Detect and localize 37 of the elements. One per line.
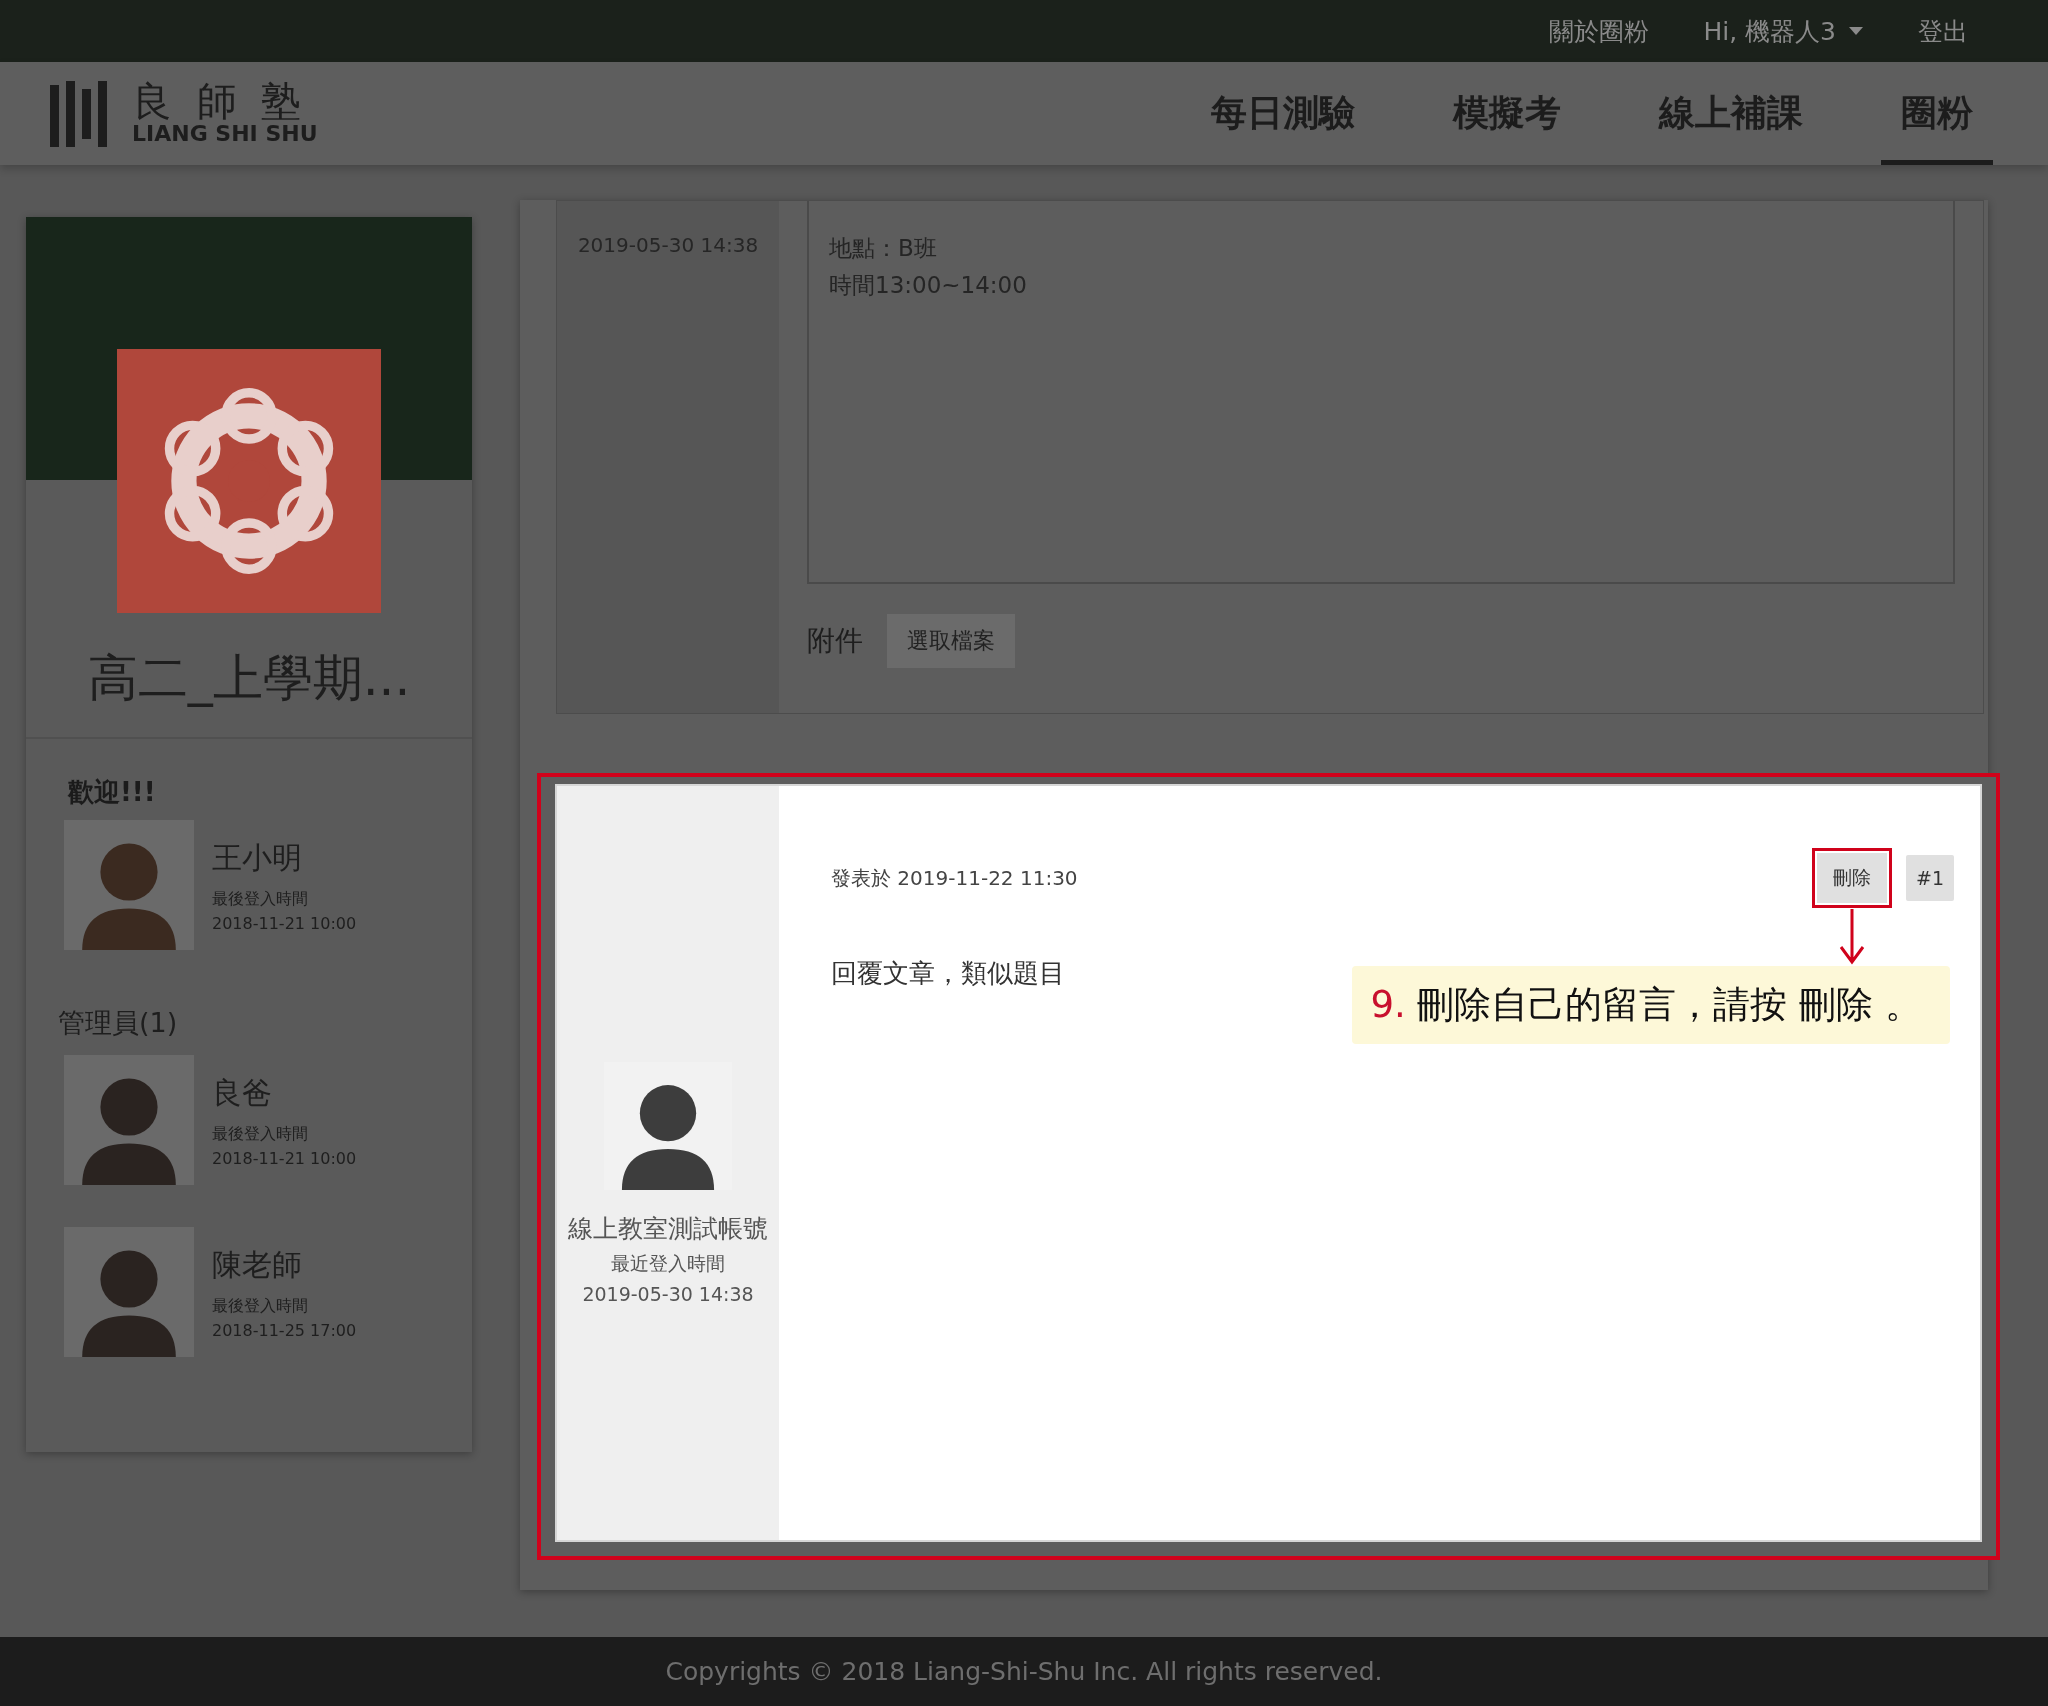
last-login-time: 2019-05-30 14:38 — [582, 1282, 754, 1305]
choose-file-button[interactable]: 選取檔案 — [887, 614, 1015, 668]
logo-subtitle: LIANG SHI SHU — [132, 122, 318, 147]
logo-title: 良 師 塾 — [132, 80, 309, 123]
attachment-label: 附件 — [807, 623, 863, 659]
last-login-label: 最近登入時間 — [611, 1250, 725, 1276]
top-link[interactable]: 登出 — [1918, 14, 1968, 48]
last-login-time: 2018-11-21 10:00 — [212, 913, 357, 933]
copyright-text: Copyrights © 2018 Liang-Shi-Shu Inc. All rights reserved. — [665, 1657, 1383, 1686]
last-login-label: 最後登入時間 — [212, 1123, 309, 1145]
user-menu[interactable]: Hi, 機器人3 — [1703, 14, 1864, 48]
nav-tab[interactable]: 每日測驗 — [1191, 62, 1375, 165]
last-login-label: 最後登入時間 — [212, 1295, 309, 1317]
post-number: #1 — [1906, 855, 1954, 901]
member-name: 陳老師 — [212, 1245, 303, 1284]
nav-tab[interactable]: 圈粉 — [1881, 62, 1993, 165]
top-link[interactable]: 關於圈粉 — [1549, 14, 1650, 48]
last-login-time: 2018-11-25 17:00 — [212, 1320, 357, 1340]
delete-button[interactable]: 刪除 — [1817, 853, 1887, 903]
admins-heading: 管理員(1) — [58, 1006, 179, 1040]
post-text-line: 時間13:00~14:00 — [829, 271, 1028, 300]
reply-text: 回覆文章，類似題目 — [831, 957, 1066, 990]
caret-icon — [1848, 26, 1864, 36]
nav-tab[interactable]: 線上補課 — [1639, 62, 1823, 165]
posted-time: 發表於 2019-11-22 11:30 — [831, 864, 1078, 892]
logo-bars-icon — [50, 80, 110, 147]
last-login-label: 最後登入時間 — [212, 888, 309, 910]
last-login-time: 2018-11-21 10:00 — [212, 1148, 357, 1168]
member-name: 王小明 — [212, 838, 303, 877]
nav-tab[interactable]: 模擬考 — [1433, 62, 1581, 165]
post-text-line: 地點：B班 — [829, 234, 938, 263]
instruction-callout: 9. 刪除自己的留言，請按 刪除 。 — [1352, 966, 1950, 1044]
member-name: 良爸 — [212, 1073, 273, 1112]
group-title: 高二_上學期... — [26, 645, 472, 739]
author-name: 線上教室測試帳號 — [568, 1212, 768, 1245]
post-text-area[interactable]: 地點：B班 時間13:00~14:00 — [807, 201, 1955, 584]
welcome-heading: 歡迎!!! — [68, 776, 157, 809]
